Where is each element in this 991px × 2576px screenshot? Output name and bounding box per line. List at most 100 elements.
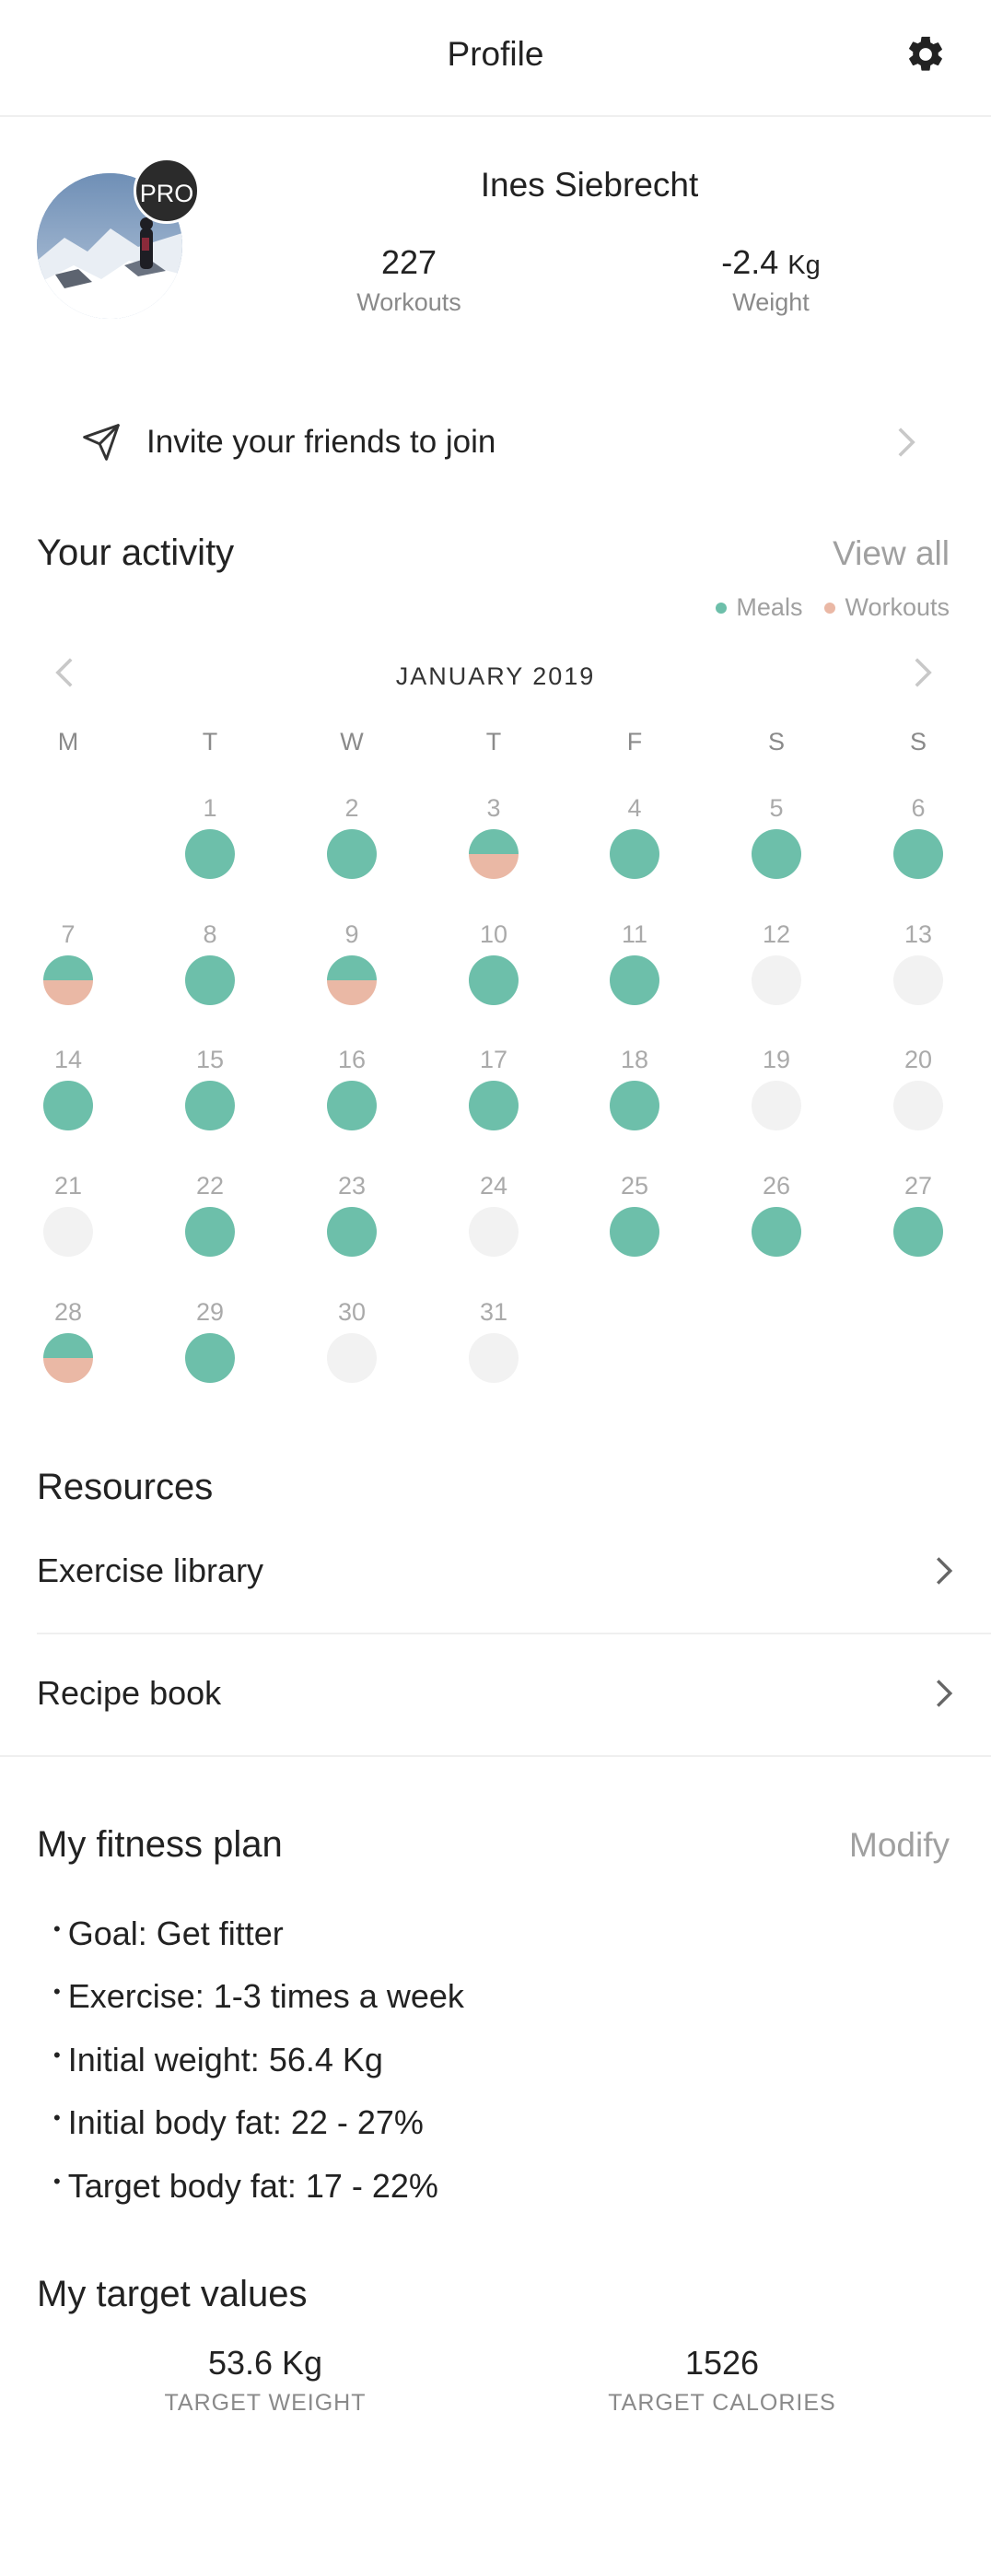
calendar-day-indicator[interactable] — [610, 1081, 659, 1130]
calendar-day-indicator[interactable] — [43, 1333, 93, 1383]
calendar-day-indicator[interactable] — [185, 1207, 235, 1257]
chevron-right-icon — [936, 1680, 953, 1707]
calendar-day-indicator[interactable] — [469, 955, 519, 1005]
calendar-day-number: 25 — [620, 1172, 649, 1200]
calendar-day-number: 9 — [344, 920, 359, 948]
calendar-day-indicator[interactable] — [185, 955, 235, 1005]
calendar-day-indicator[interactable] — [469, 1333, 519, 1383]
calendar-day-indicator[interactable] — [469, 1081, 519, 1130]
calendar-day-number: 18 — [620, 1046, 649, 1073]
invite-friends-row[interactable]: Invite your friends to join — [37, 405, 954, 479]
weekday-label: F — [626, 728, 643, 755]
plan-item: • Initial weight: 56.4 Kg — [53, 2041, 383, 2078]
recipe-book-row[interactable]: Recipe book — [37, 1637, 954, 1757]
exercise-library-row[interactable]: Exercise library — [37, 1515, 954, 1634]
calendar-day-indicator[interactable] — [610, 1207, 659, 1257]
weekday-label: S — [767, 728, 785, 755]
workouts-legend-dot — [824, 602, 836, 614]
view-all-link[interactable]: View all — [833, 534, 950, 573]
calendar-day-number: 12 — [762, 920, 791, 948]
divider — [0, 1755, 991, 1757]
calendar-day-number: 2 — [344, 794, 359, 822]
calendar-day-number: 10 — [479, 920, 508, 948]
chevron-right-icon — [936, 1557, 953, 1585]
calendar-day-number: 30 — [337, 1298, 367, 1326]
divider — [37, 1633, 991, 1634]
calendar-day-indicator[interactable] — [469, 1207, 519, 1257]
calendar-day-number: 8 — [203, 920, 217, 948]
calendar-day-indicator[interactable] — [893, 955, 943, 1005]
calendar-day-number: 11 — [621, 920, 648, 948]
plan-item: • Exercise: 1-3 times a week — [53, 1977, 464, 2015]
calendar-day-indicator[interactable] — [752, 1207, 801, 1257]
modify-link[interactable]: Modify — [849, 1826, 950, 1865]
target-calories-label: TARGET CALORIES — [608, 2390, 836, 2416]
calendar-day-number: 20 — [904, 1046, 933, 1073]
weekday-label: W — [340, 728, 364, 755]
calendar-day-indicator[interactable] — [185, 1333, 235, 1383]
resources-title: Resources — [37, 1467, 214, 1507]
calendar-day-indicator[interactable] — [327, 1333, 377, 1383]
calendar-day-indicator[interactable] — [893, 829, 943, 879]
calendar-day-number: 22 — [195, 1172, 225, 1200]
user-name: Ines Siebrecht — [480, 166, 699, 204]
weight-change: -2.4 Kg — [721, 243, 821, 281]
weekday-label: T — [485, 728, 502, 755]
calendar-day-number: 15 — [195, 1046, 225, 1073]
calendar-day-indicator[interactable] — [327, 955, 377, 1005]
calendar-day-number: 17 — [479, 1046, 508, 1073]
calendar-day-indicator[interactable] — [469, 829, 519, 879]
plan-item: • Initial body fat: 22 - 27% — [53, 2103, 424, 2141]
chevron-right-icon[interactable] — [912, 656, 934, 689]
calendar-day-number: 4 — [627, 794, 642, 822]
weekday-label: M — [57, 728, 79, 755]
calendar-day-indicator[interactable] — [893, 1207, 943, 1257]
gear-icon[interactable] — [904, 33, 947, 76]
fitness-plan-title: My fitness plan — [37, 1824, 283, 1865]
calendar-day-number: 6 — [911, 794, 926, 822]
calendar-day-number: 14 — [53, 1046, 83, 1073]
calendar-day-indicator[interactable] — [43, 1081, 93, 1130]
calendar-day-number: 13 — [904, 920, 933, 948]
weekday-label: S — [909, 728, 927, 755]
recipe-book-label: Recipe book — [37, 1674, 222, 1712]
activity-legend: Meals Workouts — [716, 593, 950, 622]
calendar-day-indicator[interactable] — [185, 1081, 235, 1130]
calendar-day-indicator[interactable] — [43, 955, 93, 1005]
chevron-right-icon — [898, 427, 915, 457]
calendar-day-number: 1 — [203, 794, 217, 822]
calendar-day-number: 21 — [53, 1172, 83, 1200]
calendar-day-indicator[interactable] — [893, 1081, 943, 1130]
calendar-day-indicator[interactable] — [752, 955, 801, 1005]
activity-title: Your activity — [37, 533, 235, 573]
calendar-day-indicator[interactable] — [610, 829, 659, 879]
calendar-day-indicator[interactable] — [752, 1081, 801, 1130]
meals-legend-label: Meals — [736, 593, 803, 621]
calendar-day-indicator[interactable] — [327, 1081, 377, 1130]
plan-item: • Target body fat: 17 - 22% — [53, 2167, 438, 2205]
calendar-day-number: 26 — [762, 1172, 791, 1200]
calendar-day-indicator[interactable] — [327, 1207, 377, 1257]
workouts-count: 227 — [380, 243, 437, 281]
send-icon — [83, 424, 120, 461]
invite-label: Invite your friends to join — [146, 424, 496, 460]
target-weight-value: 53.6 Kg — [207, 2344, 323, 2382]
calendar-day-number: 28 — [53, 1298, 83, 1326]
workouts-legend-label: Workouts — [845, 593, 950, 621]
weight-label: Weight — [732, 288, 810, 316]
calendar-day-indicator[interactable] — [43, 1207, 93, 1257]
exercise-library-label: Exercise library — [37, 1551, 264, 1589]
page-title: Profile — [447, 35, 544, 73]
calendar-day-number: 7 — [61, 920, 76, 948]
calendar-day-number: 24 — [479, 1172, 508, 1200]
weekday-label: T — [202, 728, 218, 755]
calendar-day-indicator[interactable] — [185, 829, 235, 879]
calendar-month: JANUARY 2019 — [395, 662, 596, 690]
calendar-day-indicator[interactable] — [327, 829, 377, 879]
calendar-day-indicator[interactable] — [610, 955, 659, 1005]
calendar-day-indicator[interactable] — [752, 829, 801, 879]
calendar-day-number: 16 — [337, 1046, 367, 1073]
plan-item: • Goal: Get fitter — [53, 1914, 284, 1952]
calendar-day-number: 3 — [486, 794, 501, 822]
meals-legend-dot — [716, 602, 728, 614]
